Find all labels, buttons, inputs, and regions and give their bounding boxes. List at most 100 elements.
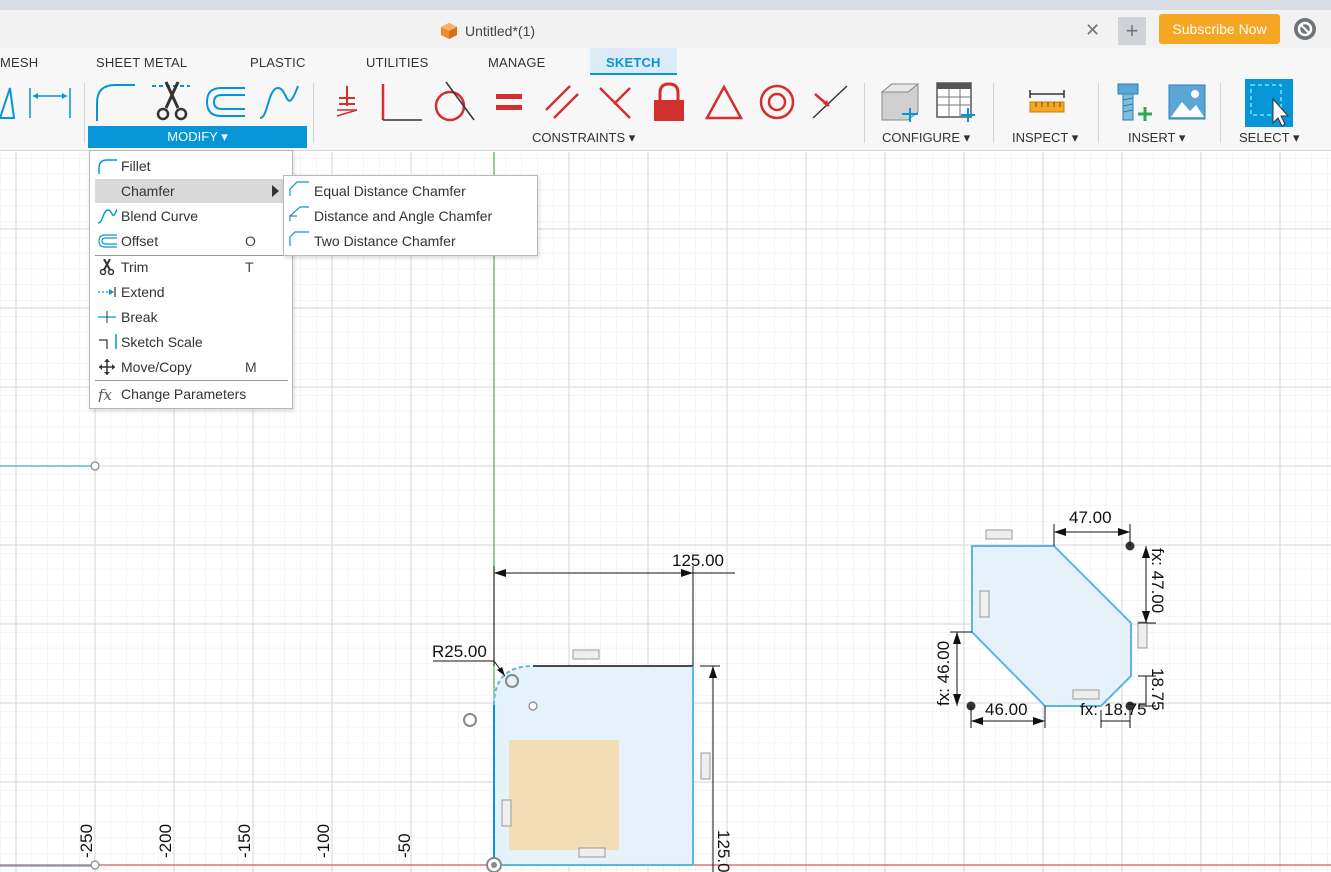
configure-table-icon[interactable]: [935, 81, 977, 123]
menu-item-break[interactable]: Break: [95, 305, 288, 329]
sketch-point[interactable]: [90, 860, 100, 870]
equal-constraint-icon[interactable]: [494, 88, 524, 116]
inspect-dropdown[interactable]: INSPECT ▾: [1012, 130, 1078, 146]
move-icon: [99, 359, 115, 375]
menu-item-label: Offset: [121, 233, 159, 249]
triangle-constraint-icon[interactable]: [705, 84, 743, 120]
dimension-chamfer-bottom-right-label[interactable]: 18.75: [1104, 700, 1147, 719]
measure-ruler-icon[interactable]: [1028, 90, 1066, 114]
parallel-constraint-icon[interactable]: [544, 84, 582, 122]
document-tab[interactable]: Untitled*(1): [440, 22, 535, 40]
menu-shortcut: T: [245, 259, 254, 275]
blend-curve-tool-icon[interactable]: [258, 84, 300, 122]
window-top-strip: [0, 0, 1331, 10]
axis-tick-label: -100: [314, 824, 333, 858]
menu-item-fillet[interactable]: Fillet: [95, 154, 288, 178]
ribbon-separator: [864, 83, 865, 143]
sketch-point[interactable]: [90, 461, 100, 471]
face-highlight: [509, 740, 619, 850]
tab-sketch[interactable]: SKETCH: [590, 48, 677, 75]
submenu-item-distance-angle-chamfer[interactable]: Distance and Angle Chamfer: [287, 203, 535, 227]
ribbon-separator: [313, 83, 314, 143]
toolbar-ribbon: MESH SHEET METAL PLASTIC UTILITIES MANAG…: [0, 48, 1331, 151]
tangent-constraint-icon[interactable]: [432, 82, 476, 124]
tab-manage[interactable]: MANAGE: [488, 55, 546, 70]
fix-constraint-icon[interactable]: [335, 84, 361, 120]
dimension-fx-label[interactable]: fx:: [1080, 700, 1098, 719]
tab-mesh[interactable]: MESH: [0, 55, 38, 70]
help-icon[interactable]: [1294, 18, 1316, 40]
blend-curve-icon: [97, 208, 117, 224]
menu-shortcut: M: [245, 359, 257, 375]
concentric-constraint-icon[interactable]: [758, 83, 796, 121]
menu-item-label: Blend Curve: [121, 208, 199, 224]
dimension-height-label[interactable]: 125.00: [714, 830, 733, 872]
axis-tick-label: -50: [395, 833, 414, 858]
submenu-item-label: Two Distance Chamfer: [314, 233, 456, 249]
menu-item-label: Move/Copy: [121, 359, 192, 375]
tab-sheet-metal[interactable]: SHEET METAL: [96, 55, 187, 70]
menu-item-trim[interactable]: Trim T: [95, 255, 288, 279]
fx-icon: fx: [97, 386, 113, 402]
break-icon: [98, 311, 116, 323]
menu-item-label: Fillet: [121, 158, 151, 174]
menu-item-label: Chamfer: [121, 183, 175, 199]
equal-distance-chamfer-icon: [289, 181, 309, 196]
ribbon-separator: [993, 83, 994, 143]
perpendicular-constraint-icon[interactable]: [378, 82, 424, 124]
create-tools-icons[interactable]: [0, 83, 80, 123]
configure-dropdown[interactable]: CONFIGURE ▾: [882, 130, 970, 146]
document-title: Untitled*(1): [465, 23, 536, 39]
menu-item-sketch-scale[interactable]: Sketch Scale: [95, 330, 288, 354]
lock-constraint-icon[interactable]: [651, 81, 687, 123]
menu-item-label: Break: [121, 309, 158, 325]
sketch-profile-square[interactable]: [486, 665, 694, 872]
dimension-chamfer-bottom-label[interactable]: 46.00: [985, 700, 1028, 719]
dimension-chamfer-right-small-label[interactable]: 18.75: [1148, 668, 1167, 711]
close-tab-icon[interactable]: ✕: [1085, 20, 1100, 41]
midpoint-constraint-icon[interactable]: [811, 84, 849, 120]
new-tab-button[interactable]: +: [1118, 17, 1146, 45]
sketch-scale-icon: [99, 334, 117, 349]
menu-item-label: Change Parameters: [121, 386, 247, 402]
constraints-dropdown[interactable]: CONSTRAINTS ▾: [532, 130, 635, 146]
axis-tick-label: -200: [156, 824, 175, 858]
tab-plastic[interactable]: PLASTIC: [250, 55, 306, 70]
menu-item-extend[interactable]: Extend: [95, 280, 288, 304]
configure-box-icon[interactable]: [880, 82, 922, 124]
select-dropdown[interactable]: SELECT ▾: [1239, 130, 1299, 146]
dimension-radius-label[interactable]: R25.00: [432, 642, 487, 661]
insert-image-icon[interactable]: [1168, 84, 1206, 120]
submenu-arrow-icon: [272, 185, 279, 197]
trim-tool-icon[interactable]: [150, 80, 192, 124]
ribbon-separator: [84, 83, 85, 143]
tab-utilities[interactable]: UTILITIES: [366, 55, 428, 70]
menu-item-offset[interactable]: Offset O: [95, 229, 288, 253]
select-tool-icon[interactable]: [1245, 79, 1293, 127]
menu-item-chamfer[interactable]: Chamfer: [95, 179, 288, 203]
dimension-chamfer-right-label[interactable]: fx: 47.00: [1148, 548, 1167, 613]
ribbon-separator: [1098, 83, 1099, 143]
menu-item-label: Trim: [121, 259, 149, 275]
scissors-icon: [99, 259, 115, 275]
submenu-item-equal-distance-chamfer[interactable]: Equal Distance Chamfer: [287, 178, 535, 202]
axis-tick-label: -250: [77, 824, 96, 858]
two-distance-chamfer-icon: [289, 231, 309, 246]
menu-item-blend-curve[interactable]: Blend Curve: [95, 204, 288, 228]
submenu-item-label: Equal Distance Chamfer: [314, 183, 466, 199]
dimension-chamfer-top-label[interactable]: 47.00: [1069, 508, 1112, 527]
menu-item-move-copy[interactable]: Move/Copy M: [95, 355, 288, 379]
insert-bolt-icon[interactable]: [1116, 82, 1156, 124]
distance-angle-chamfer-icon: [289, 206, 309, 221]
insert-dropdown[interactable]: INSERT ▾: [1128, 130, 1185, 146]
modify-dropdown[interactable]: MODIFY ▾: [88, 126, 307, 148]
subscribe-button[interactable]: Subscribe Now: [1159, 14, 1280, 44]
submenu-item-two-distance-chamfer[interactable]: Two Distance Chamfer: [287, 228, 535, 252]
perpendicular2-constraint-icon[interactable]: [596, 84, 634, 122]
offset-tool-icon[interactable]: [205, 86, 247, 120]
dimension-width-label[interactable]: 125.00: [672, 551, 724, 570]
document-cube-icon: [441, 23, 457, 39]
dimension-chamfer-left-label[interactable]: fx: 46.00: [934, 641, 953, 706]
menu-item-change-parameters[interactable]: fx Change Parameters: [95, 382, 288, 406]
fillet-tool-icon[interactable]: [95, 81, 137, 123]
